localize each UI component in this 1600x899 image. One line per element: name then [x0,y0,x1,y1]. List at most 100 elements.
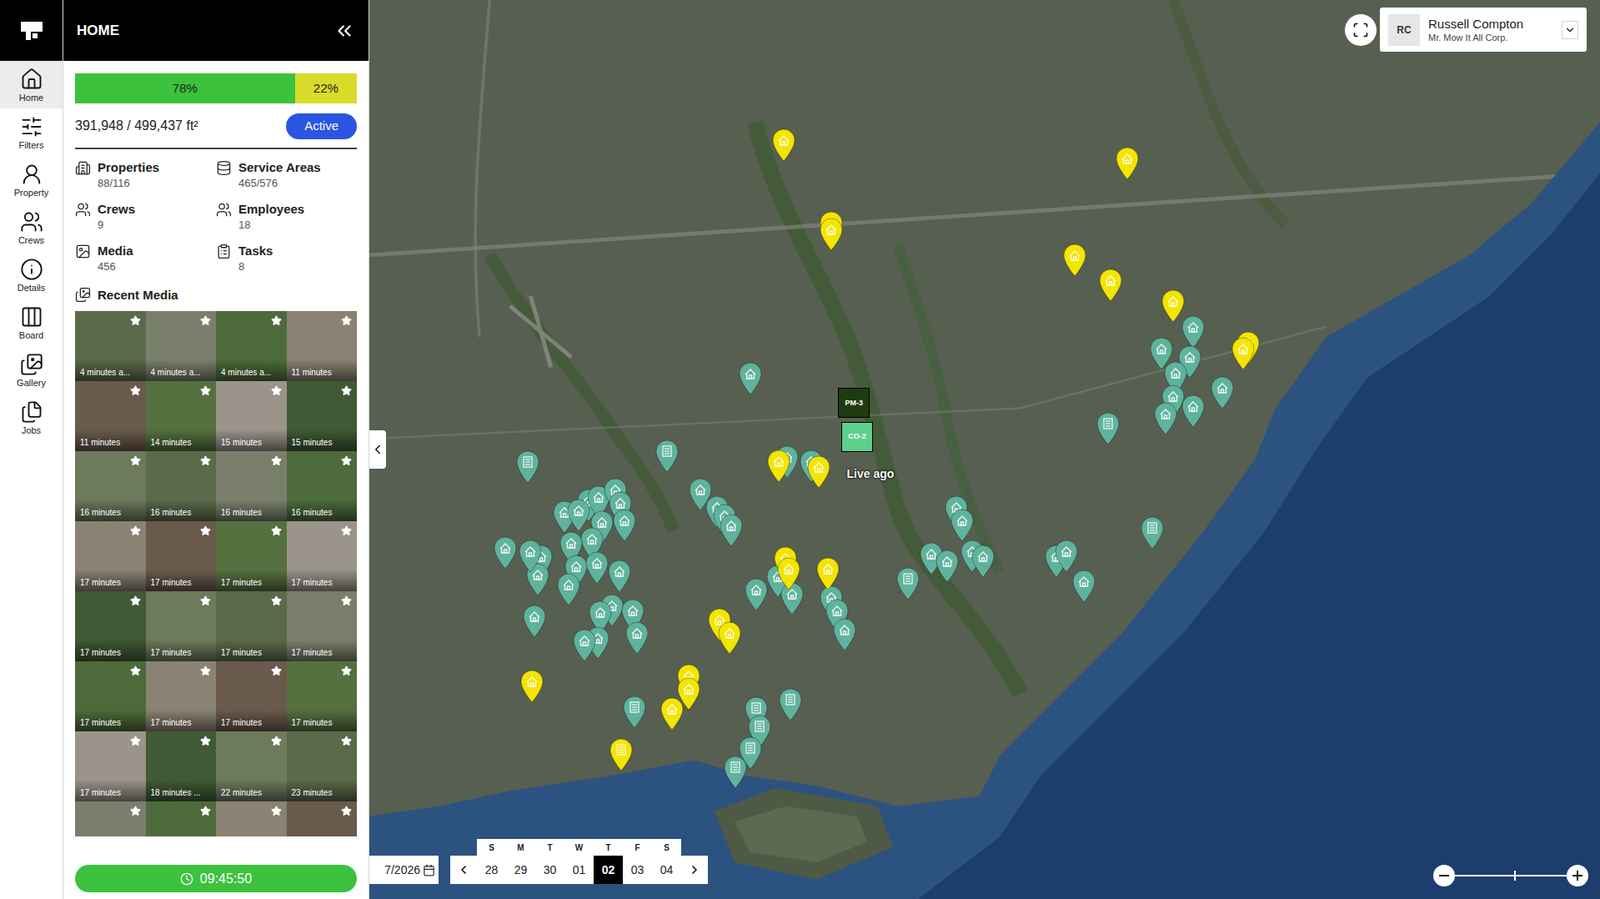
map-pin[interactable] [519,669,545,703]
nav-item[interactable]: Filters [0,108,63,156]
prev-week[interactable] [450,855,477,884]
map-pin[interactable] [779,581,805,616]
media-thumbnail[interactable] [75,801,146,837]
stat[interactable]: Tasks8 [215,242,357,275]
media-thumbnail[interactable]: 16 minutes [75,451,146,522]
map-pin[interactable] [717,621,743,655]
satellite-map[interactable] [369,0,1600,899]
nav-item[interactable]: Property [0,155,63,204]
map-pin[interactable] [1053,539,1079,573]
map-pin[interactable] [1209,376,1235,410]
map-pin[interactable] [624,621,650,655]
map-pin[interactable] [517,539,543,573]
media-thumbnail[interactable]: 4 minutes a... [145,310,217,382]
map-pin[interactable] [1114,146,1140,181]
media-thumbnail[interactable]: 17 minutes [75,521,146,592]
star-icon[interactable] [341,525,352,537]
collapse-icon[interactable] [333,20,356,42]
map-pin[interactable] [743,577,769,612]
star-icon[interactable] [270,525,282,537]
media-thumbnail[interactable] [215,801,287,837]
media-thumbnail[interactable]: 16 minutes [145,451,217,522]
panel-toggle[interactable] [369,430,387,469]
media-thumbnail[interactable]: 11 minutes [75,381,146,452]
map-pin[interactable] [1153,401,1179,436]
week-day[interactable]: 04 [652,855,682,884]
week-day[interactable]: 29 [506,855,536,884]
map-pin[interactable] [832,617,858,652]
map-pin[interactable] [584,551,610,585]
media-thumbnail[interactable]: 17 minutes [215,661,287,732]
status-badge[interactable]: Active [285,113,357,140]
media-thumbnail[interactable]: 17 minutes [215,521,287,592]
map-pin[interactable] [718,513,744,547]
media-thumbnail[interactable]: 11 minutes [286,310,358,382]
map-pin[interactable] [737,361,763,396]
media-thumbnail[interactable]: 17 minutes [145,521,217,592]
star-icon[interactable] [200,315,211,327]
map-pin[interactable] [1071,569,1097,603]
map-pin[interactable] [934,549,960,583]
date-field[interactable]: 7/2026 [369,855,439,884]
map-pin[interactable] [1160,289,1186,323]
stat[interactable]: Service Areas465/576 [215,159,357,191]
map-pin[interactable] [608,737,634,772]
media-thumbnail[interactable]: 17 minutes [145,661,217,732]
star-icon[interactable] [130,805,141,817]
star-icon[interactable] [130,455,141,467]
map-pin[interactable] [1180,315,1206,349]
crew-marker[interactable]: CO-2 [841,421,873,452]
star-icon[interactable] [200,385,211,397]
star-icon[interactable] [200,455,211,467]
map-pin[interactable] [1062,243,1088,277]
media-thumbnail[interactable]: 17 minutes [286,521,358,592]
stat[interactable]: Properties88/116 [75,159,216,191]
timer-button[interactable]: 09:45:50 [75,864,357,893]
map-pin[interactable] [970,544,996,578]
media-thumbnail[interactable] [286,801,358,837]
media-thumbnail[interactable]: 15 minutes [286,381,358,452]
star-icon[interactable] [130,315,141,327]
star-icon[interactable] [200,525,211,537]
nav-item[interactable]: Crews [0,203,63,251]
star-icon[interactable] [341,455,352,467]
map-pin[interactable] [566,498,592,532]
star-icon[interactable] [270,455,282,467]
map-pin[interactable] [1098,268,1124,302]
media-thumbnail[interactable]: 16 minutes [286,451,358,522]
map-pin[interactable] [1139,516,1165,550]
map-pin[interactable] [556,572,582,607]
stat[interactable]: Crews9 [75,200,216,233]
week-day[interactable]: 30 [535,855,565,884]
next-week[interactable] [681,855,708,884]
map-pin[interactable] [818,217,844,251]
map-pin[interactable] [895,566,921,601]
media-thumbnail[interactable]: 23 minutes [286,731,358,802]
map-pin[interactable] [571,628,597,663]
star-icon[interactable] [270,385,282,397]
media-thumbnail[interactable]: 17 minutes [75,591,146,662]
map-pin[interactable] [771,128,797,162]
zoom-in[interactable] [1566,864,1589,887]
map-pin[interactable] [621,695,648,729]
map-pin[interactable] [492,536,518,570]
star-icon[interactable] [270,595,282,607]
star-icon[interactable] [200,735,211,747]
media-thumbnail[interactable]: 17 minutes [145,591,217,662]
star-icon[interactable] [130,665,141,677]
nav-item[interactable]: Board [0,298,63,347]
star-icon[interactable] [270,735,282,747]
map-pin[interactable] [949,508,975,542]
star-icon[interactable] [200,665,211,677]
map-pin[interactable] [521,604,547,638]
star-icon[interactable] [341,805,352,817]
star-icon[interactable] [270,665,282,677]
week-day[interactable]: 02 [593,855,623,884]
media-thumbnail[interactable]: 17 minutes [286,591,358,662]
nav-item[interactable]: Jobs [0,393,63,442]
map-pin[interactable] [1230,336,1256,371]
map-pin[interactable] [659,697,685,731]
media-thumbnail[interactable]: 22 minutes [215,731,287,802]
star-icon[interactable] [270,805,282,817]
map-pin[interactable] [722,755,748,789]
